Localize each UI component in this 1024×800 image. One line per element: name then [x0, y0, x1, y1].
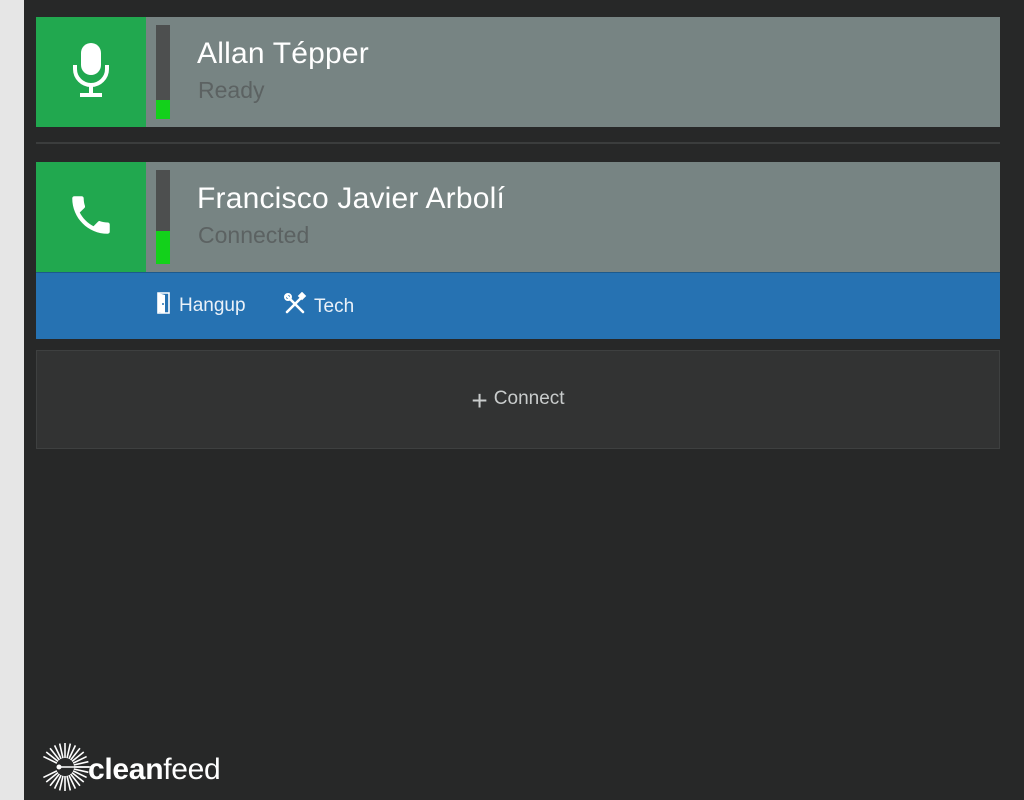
audio-level-meter	[156, 170, 170, 264]
hangup-label: Hangup	[179, 295, 246, 316]
tech-label: Tech	[314, 296, 355, 317]
app-window: Allan Tépper Ready Francisco Javier Arbo…	[24, 0, 1024, 800]
microphone-icon	[72, 41, 110, 104]
hangup-button[interactable]: Hangup	[156, 292, 246, 320]
connect-label: Connect	[493, 387, 565, 409]
logo-wordmark: cleanfeed	[88, 752, 221, 787]
contact-card-francisco[interactable]: Francisco Javier Arbolí Connected	[36, 162, 1000, 272]
audio-level-fill	[156, 231, 170, 264]
plus-icon: +	[471, 384, 488, 416]
connect-button[interactable]: + Connect	[36, 350, 1000, 449]
contact-name: Francisco Javier Arbolí	[197, 182, 506, 215]
contact-card-allan[interactable]: Allan Tépper Ready	[36, 17, 1000, 127]
door-icon	[156, 292, 179, 320]
cleanfeed-logo: cleanfeed	[38, 740, 221, 799]
tech-button[interactable]: Tech	[283, 291, 355, 322]
contact-status: Ready	[198, 77, 265, 103]
contact-icon-box	[36, 162, 146, 272]
sunburst-icon	[38, 740, 92, 799]
connect-content: + Connect	[471, 383, 564, 415]
contact-icon-box	[36, 17, 146, 127]
logo-word-bold: clean	[88, 752, 164, 786]
audio-level-fill	[156, 100, 170, 119]
call-action-bar: Hangup Tech	[36, 272, 1000, 339]
audio-level-meter	[156, 25, 170, 119]
phone-icon	[66, 190, 116, 245]
contact-status: Connected	[198, 222, 310, 248]
divider	[36, 142, 1000, 144]
tools-icon	[283, 291, 314, 322]
contact-name: Allan Tépper	[197, 37, 369, 70]
logo-word-normal: feed	[163, 752, 221, 786]
